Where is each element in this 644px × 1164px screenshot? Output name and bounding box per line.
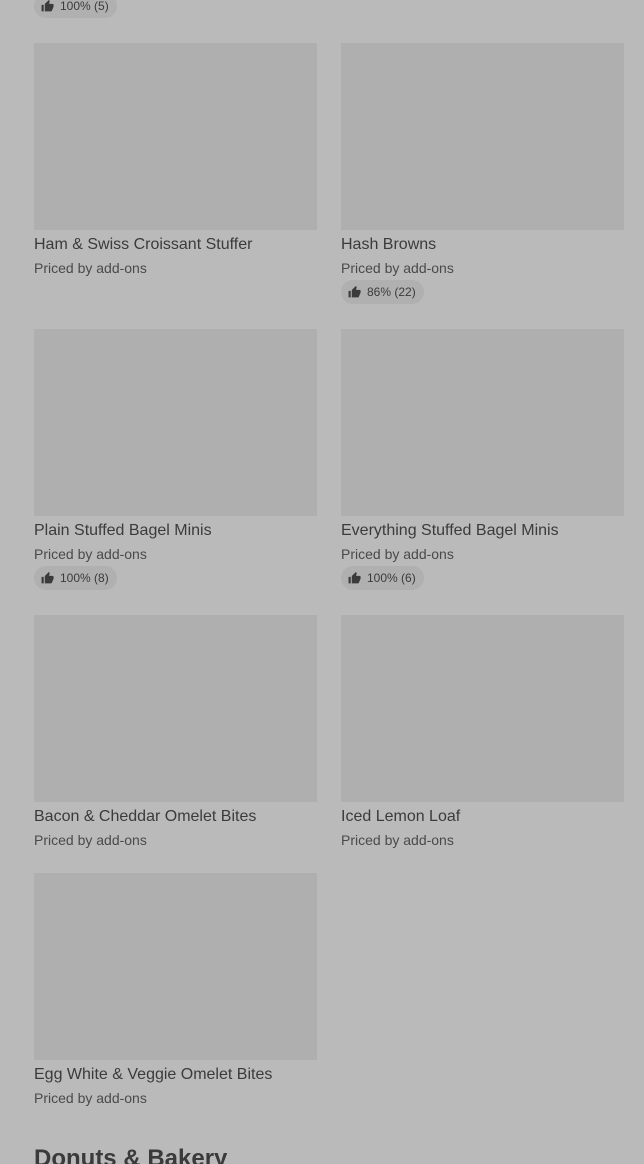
- item-name: Ham & Swiss Croissant Stuffer: [34, 236, 253, 253]
- rating-label: 100% (6): [367, 571, 416, 585]
- section-heading: Donuts & Bakery: [34, 1145, 228, 1164]
- item-price: Priced by add-ons: [341, 832, 454, 848]
- item-image[interactable]: [341, 43, 624, 230]
- item-name: Plain Stuffed Bagel Minis: [34, 522, 212, 539]
- item-price: Priced by add-ons: [34, 260, 147, 276]
- item-price: Priced by add-ons: [34, 1090, 147, 1106]
- item-name: Hash Browns: [341, 236, 437, 253]
- thumbs-up-icon: [348, 286, 361, 298]
- item-price: Priced by add-ons: [34, 546, 147, 562]
- item-image[interactable]: [34, 43, 317, 230]
- item-price: Priced by add-ons: [34, 832, 147, 848]
- item-image[interactable]: [34, 873, 317, 1060]
- thumbs-up-icon: [348, 572, 361, 584]
- item-image[interactable]: [34, 615, 317, 802]
- rating-badge: 100% (6): [341, 566, 424, 590]
- rating-label: 100% (5): [60, 0, 109, 13]
- rating-badge: 100% (5): [34, 0, 117, 18]
- rating-label: 86% (22): [367, 285, 416, 299]
- item-price: Priced by add-ons: [341, 260, 454, 276]
- rating-label: 100% (8): [60, 571, 109, 585]
- item-name: Egg White & Veggie Omelet Bites: [34, 1066, 273, 1083]
- item-image[interactable]: [34, 329, 317, 516]
- item-price: Priced by add-ons: [341, 546, 454, 562]
- menu-page: 100% (5) Ham & Swiss Croissant Stuffer P…: [0, 0, 644, 1164]
- item-name: Everything Stuffed Bagel Minis: [341, 522, 559, 539]
- item-name: Iced Lemon Loaf: [341, 808, 461, 825]
- item-image[interactable]: [341, 329, 624, 516]
- item-image[interactable]: [341, 615, 624, 802]
- thumbs-up-icon: [41, 572, 54, 584]
- thumbs-up-icon: [41, 0, 54, 12]
- rating-badge: 100% (8): [34, 566, 117, 590]
- rating-badge: 86% (22): [341, 280, 424, 304]
- item-name: Bacon & Cheddar Omelet Bites: [34, 808, 257, 825]
